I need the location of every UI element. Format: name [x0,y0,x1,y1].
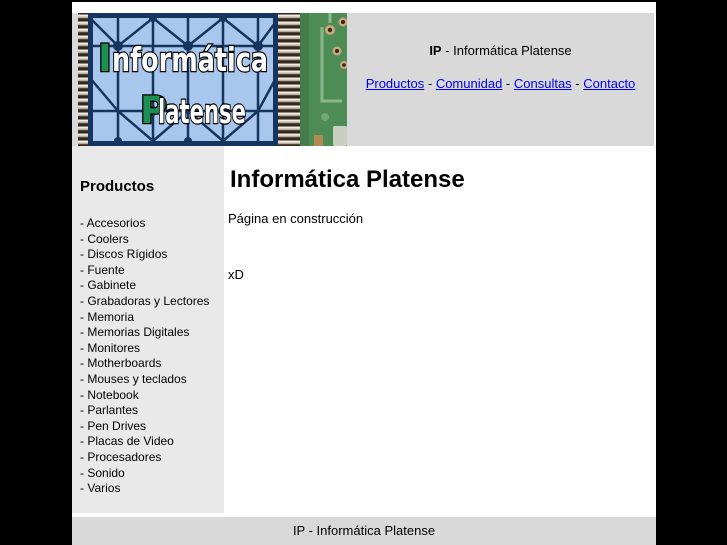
sidebar-item-motherboards[interactable]: - Motherboards [80,356,216,372]
sidebar-heading: Productos [80,178,155,195]
nav-separator: - [571,76,584,91]
nav-link-consultas[interactable]: Consultas [514,76,572,91]
sidebar-item-accesorios[interactable]: - Accesorios [80,216,216,232]
sidebar-item-sonido[interactable]: - Sonido [80,466,216,482]
site-title-abbrev: IP [429,43,442,58]
sidebar-item-coolers[interactable]: - Coolers [80,232,216,248]
emoticon-text: xD [228,267,244,282]
sidebar-item-label: Memoria [87,309,135,324]
sidebar-item-label: Fuente [87,262,125,277]
page-title: Informática Platense [230,166,465,193]
header-right: IP - Informática Platense Productos - Co… [347,13,654,146]
site-logo: I nformática P latense [72,13,347,146]
sidebar-item-label: Monitores [87,340,141,355]
sidebar-item-label: Notebook [87,387,139,402]
sidebar-item-label: Procesadores [87,449,162,464]
sidebar-item-grabadoras-y-lectores[interactable]: - Grabadoras y Lectores [80,294,216,310]
sidebar-item-label: Pen Drives [87,418,147,433]
sidebar-item-label: Motherboards [87,356,162,371]
sidebar-item-label: Mouses y teclados [87,371,187,386]
main-nav: Productos - Comunidad - Consultas - Cont… [347,76,654,92]
site-title-rest: - Informática Platense [441,43,572,58]
sidebar-item-parlantes[interactable]: - Parlantes [80,403,216,419]
sidebar-item-fuente[interactable]: - Fuente [80,263,216,279]
nav-separator: - [424,76,436,91]
sidebar-item-label: Varios [87,481,121,496]
sidebar-item-monitores[interactable]: - Monitores [80,341,216,357]
sidebar-item-memoria[interactable]: - Memoria [80,310,216,326]
sidebar: Productos - Accesorios - Coolers - Disco… [72,146,224,513]
nav-link-contacto[interactable]: Contacto [583,76,635,91]
nav-link-productos[interactable]: Productos [366,76,425,91]
sidebar-item-label: Placas de Video [87,434,174,449]
site-title: IP - Informática Platense [347,43,654,58]
footer: IP - Informática Platense [72,517,656,545]
logo-initial-i: I [98,37,112,80]
sidebar-item-label: Discos Rígidos [87,247,168,262]
logo-image: I nformática P latense [78,13,347,146]
logo-text-line2: latense [158,92,246,131]
construction-text: Página en construcción [228,211,364,226]
sidebar-item-label: Grabadoras y Lectores [87,293,210,308]
top-strip [72,2,656,13]
sidebar-item-procesadores[interactable]: - Procesadores [80,450,216,466]
chip-pins-left [78,13,88,146]
sidebar-item-gabinete[interactable]: - Gabinete [80,278,216,294]
sidebar-item-varios[interactable]: - Varios [80,481,216,497]
sidebar-item-label: Memorias Digitales [87,325,190,340]
main-content: Informática Platense Página en construcc… [224,146,656,283]
sidebar-item-pen-drives[interactable]: - Pen Drives [80,419,216,435]
sidebar-item-label: Sonido [87,465,125,480]
content: Productos - Accesorios - Coolers - Disco… [72,146,656,517]
sidebar-item-notebook[interactable]: - Notebook [80,388,216,404]
header: I nformática P latense IP - Informática … [72,13,654,146]
sidebar-item-placas-de-video[interactable]: - Placas de Video [80,434,216,450]
logo-text-line1: nformática [112,40,268,79]
chip-pins-middle [278,13,300,146]
sidebar-item-discos-rigidos[interactable]: - Discos Rígidos [80,247,216,263]
sidebar-list: - Accesorios - Coolers - Discos Rígidos … [80,216,216,497]
item-dash: - [80,216,87,230]
sidebar-item-label: Parlantes [87,403,139,418]
sidebar-item-label: Coolers [87,231,129,246]
nav-link-comunidad[interactable]: Comunidad [436,76,503,91]
pcb-fragment [300,13,347,146]
sidebar-item-label: Accesorios [86,216,146,230]
nav-separator: - [502,76,514,91]
sidebar-item-mouses-y-teclados[interactable]: - Mouses y teclados [80,372,216,388]
sidebar-item-label: Gabinete [87,278,137,293]
sidebar-item-memorias-digitales[interactable]: - Memorias Digitales [80,325,216,341]
page: I nformática P latense IP - Informática … [72,2,656,545]
footer-text: IP - Informática Platense [292,523,436,538]
